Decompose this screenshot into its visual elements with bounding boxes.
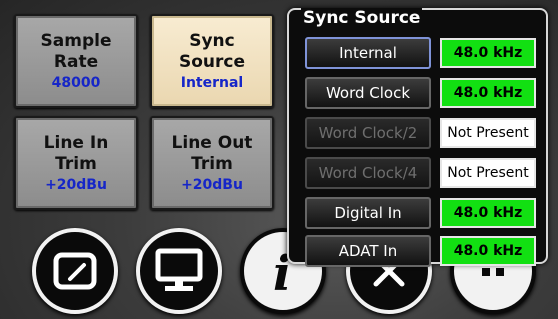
- panel-title: Sync Source: [301, 8, 423, 28]
- line-in-trim-title-line2: Trim: [55, 153, 97, 174]
- word-clock-2-button: Word Clock/2: [305, 117, 431, 149]
- sync-source-title-line1: Sync: [189, 30, 235, 51]
- source-row-word-clock: Word Clock 48.0 kHz: [305, 77, 539, 109]
- line-out-trim-title-line2: Trim: [191, 153, 233, 174]
- line-in-trim-value: +20dBu: [45, 176, 107, 193]
- line-out-trim-tile[interactable]: Line Out Trim +20dBu: [150, 116, 274, 210]
- line-in-trim-title-line1: Line In: [43, 132, 109, 153]
- source-row-digital-in: Digital In 48.0 kHz: [305, 197, 539, 229]
- adat-in-rate: 48.0 kHz: [440, 236, 536, 266]
- meter-icon: [53, 252, 97, 290]
- sample-rate-tile[interactable]: Sample Rate 48000: [14, 14, 138, 108]
- sync-source-value: Internal: [180, 74, 244, 91]
- monitor-button[interactable]: [136, 228, 222, 314]
- word-clock-button[interactable]: Word Clock: [305, 77, 431, 109]
- internal-button[interactable]: Internal: [305, 37, 431, 69]
- adat-in-button[interactable]: ADAT In: [305, 235, 431, 267]
- sample-rate-title-line1: Sample: [40, 30, 112, 51]
- meter-button[interactable]: [32, 228, 118, 314]
- line-out-trim-title-line1: Line Out: [171, 132, 253, 153]
- line-out-trim-value: +20dBu: [181, 176, 243, 193]
- sample-rate-value: 48000: [51, 74, 101, 91]
- sync-source-tile[interactable]: Sync Source Internal: [150, 14, 274, 108]
- source-row-word-clock-4: Word Clock/4 Not Present: [305, 157, 539, 189]
- word-clock-rate: 48.0 kHz: [440, 78, 536, 108]
- word-clock-4-button: Word Clock/4: [305, 157, 431, 189]
- source-row-adat-in: ADAT In 48.0 kHz: [305, 235, 539, 267]
- sync-source-title-line2: Source: [178, 51, 246, 72]
- digital-in-rate: 48.0 kHz: [440, 198, 536, 228]
- internal-rate: 48.0 kHz: [440, 38, 536, 68]
- sample-rate-title-line2: Rate: [53, 51, 99, 72]
- source-row-internal: Internal 48.0 kHz: [305, 37, 539, 69]
- word-clock-2-rate: Not Present: [440, 118, 536, 148]
- line-in-trim-tile[interactable]: Line In Trim +20dBu: [14, 116, 138, 210]
- word-clock-4-rate: Not Present: [440, 158, 536, 188]
- sync-source-panel: Sync Source Internal 48.0 kHz Word Clock…: [287, 8, 548, 267]
- monitor-icon: [155, 248, 203, 291]
- source-row-word-clock-2: Word Clock/2 Not Present: [305, 117, 539, 149]
- digital-in-button[interactable]: Digital In: [305, 197, 431, 229]
